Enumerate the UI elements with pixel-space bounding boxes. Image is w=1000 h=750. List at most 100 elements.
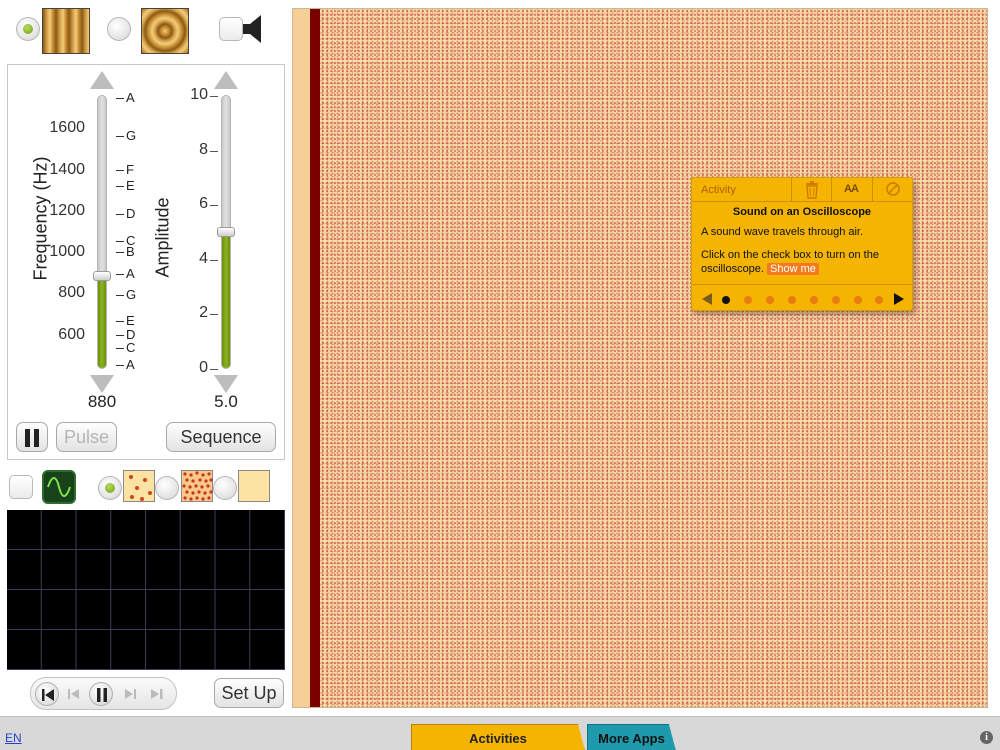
circular-wave-thumbnail[interactable] (141, 8, 189, 54)
step-dot[interactable] (722, 296, 730, 304)
note-label: B (126, 244, 135, 259)
close-circle-icon (886, 182, 900, 196)
note-dash (116, 170, 124, 171)
amplitude-tick-dash (210, 260, 218, 261)
amplitude-tick-dash (210, 314, 218, 315)
amplitude-tick: 2 (199, 304, 208, 321)
note-label: E (126, 313, 135, 328)
particle-dot (143, 478, 147, 482)
pause-button[interactable] (89, 682, 113, 706)
sequence-button[interactable]: Sequence (166, 422, 276, 452)
footer-bar: EN Activities More Apps i (0, 716, 1000, 750)
amplitude-tick-dash (210, 369, 218, 370)
previous-step-icon[interactable] (700, 292, 714, 306)
playback-controls (30, 677, 177, 710)
note-dash (116, 274, 124, 275)
frequency-down-arrow[interactable] (90, 375, 114, 393)
frequency-tick: 600 (58, 326, 85, 343)
amplitude-tick: 6 (199, 195, 208, 212)
step-back-icon (68, 689, 79, 699)
step-dot[interactable] (788, 296, 796, 304)
vertical-wave-thumbnail[interactable] (42, 8, 90, 54)
language-link[interactable]: EN (5, 731, 22, 745)
skip-forward-icon (151, 689, 163, 699)
step-dot[interactable] (766, 296, 774, 304)
speaker-icon (243, 15, 261, 43)
note-dash (116, 348, 124, 349)
frequency-tick: 1400 (49, 161, 85, 178)
dense-particles-pattern (182, 471, 213, 501)
note-dash (116, 365, 124, 366)
amplitude-tick-dash (210, 151, 218, 152)
oscilloscope-checkbox[interactable] (9, 475, 33, 499)
text-size-icon: AA (844, 183, 859, 195)
step-forward-button[interactable] (118, 682, 142, 706)
density-radio-none[interactable] (213, 476, 237, 500)
amplitude-slider-thumb[interactable] (217, 227, 235, 237)
note-label: G (126, 128, 137, 143)
step-dot[interactable] (832, 296, 840, 304)
note-dash (116, 241, 124, 242)
frequency-slider-track[interactable] (97, 95, 107, 369)
amplitude-tick-dash (210, 205, 218, 206)
note-dash (116, 186, 124, 187)
note-label: A (126, 90, 135, 105)
close-activity-button[interactable] (872, 178, 913, 202)
info-icon[interactable]: i (980, 731, 993, 744)
speaker-membrane (310, 9, 320, 707)
amplitude-tick: 0 (199, 359, 208, 376)
rewind-button[interactable] (35, 682, 59, 706)
density-none-thumbnail[interactable] (238, 470, 270, 502)
frequency-value: 880 (87, 392, 117, 411)
step-dot[interactable] (875, 296, 883, 304)
step-dot[interactable] (854, 296, 862, 304)
air-particle-simulation[interactable] (292, 8, 988, 708)
particle-dot (135, 486, 139, 490)
sine-wave-icon (47, 477, 71, 497)
particle-dot (140, 497, 144, 501)
activity-navigation (692, 284, 912, 311)
next-step-icon[interactable] (892, 292, 906, 306)
circular-source-radio[interactable] (107, 17, 131, 41)
pulse-button[interactable]: Pulse (56, 422, 117, 452)
vertical-source-radio[interactable] (16, 17, 40, 41)
pause-wave-button[interactable] (16, 422, 48, 452)
note-dash (116, 252, 124, 253)
text-size-button[interactable]: AA (831, 178, 872, 202)
density-high-thumbnail[interactable] (181, 470, 213, 502)
note-label: C (126, 340, 136, 355)
density-radio-high[interactable] (155, 476, 179, 500)
note-label: A (126, 357, 135, 372)
frequency-tick: 1600 (49, 119, 85, 136)
pause-icon (25, 429, 39, 447)
frequency-slider-thumb[interactable] (93, 271, 111, 281)
show-me-button[interactable]: Show me (767, 263, 819, 275)
step-back-button[interactable] (62, 682, 86, 706)
tab-more-apps[interactable]: More Apps (587, 724, 676, 750)
activity-text-1: A sound wave travels through air. (701, 226, 864, 238)
trash-button[interactable] (791, 178, 831, 202)
amplitude-down-arrow[interactable] (214, 375, 238, 393)
sound-checkbox[interactable] (219, 17, 243, 41)
waveform-toggle-button[interactable] (42, 470, 76, 504)
activity-text-2: Click on the check box to turn on the os… (701, 248, 906, 276)
amplitude-up-arrow[interactable] (214, 71, 238, 89)
amplitude-slider-fill (222, 232, 230, 368)
amplitude-tick: 4 (199, 250, 208, 267)
frequency-slider-fill (98, 278, 106, 368)
density-low-thumbnail[interactable] (123, 470, 155, 502)
step-dot[interactable] (810, 296, 818, 304)
density-radio-low[interactable] (98, 476, 122, 500)
pause-icon (97, 688, 107, 702)
note-dash (116, 214, 124, 215)
particle-dot (129, 475, 133, 479)
amplitude-value: 5.0 (214, 392, 238, 411)
setup-button[interactable]: Set Up (214, 678, 284, 708)
note-label: G (126, 287, 137, 302)
frequency-up-arrow[interactable] (90, 71, 114, 89)
step-dot[interactable] (744, 296, 752, 304)
skip-forward-button[interactable] (145, 682, 169, 706)
tab-activities[interactable]: Activities (411, 724, 585, 750)
note-dash (116, 321, 124, 322)
particle-dot (130, 495, 134, 499)
